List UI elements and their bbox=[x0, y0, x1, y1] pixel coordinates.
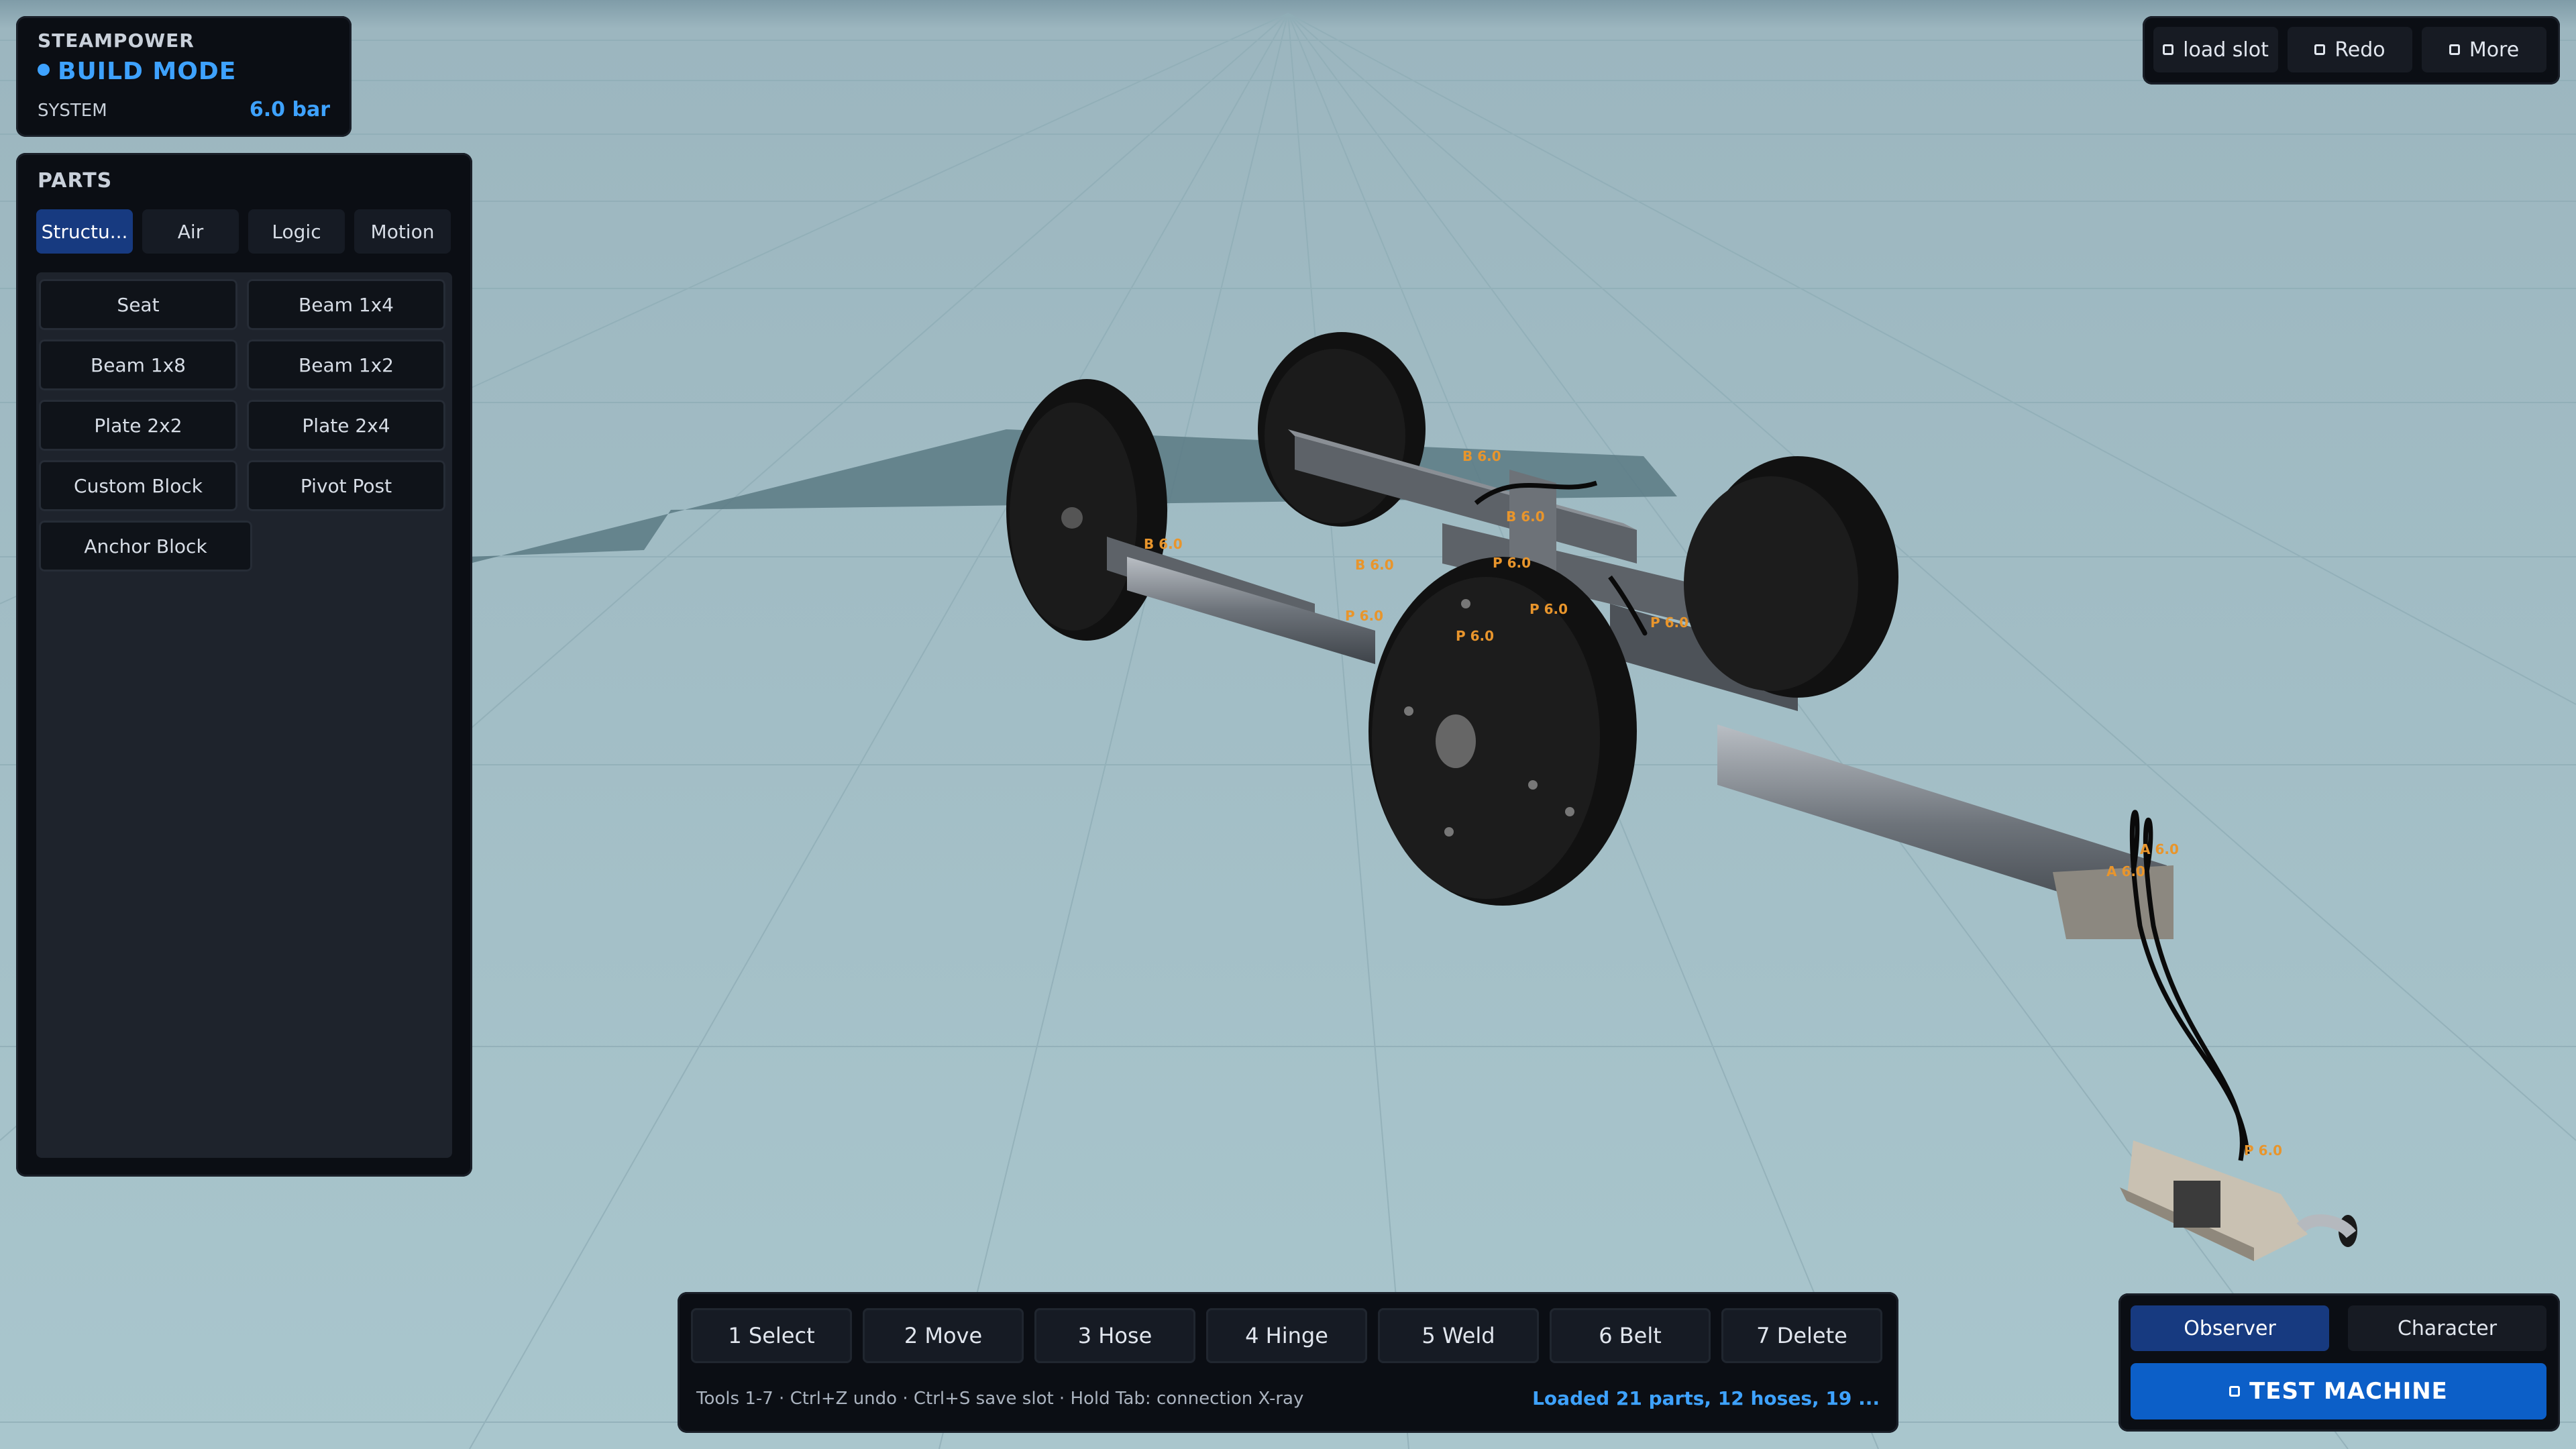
tool-hinge[interactable]: 4 Hinge bbox=[1206, 1308, 1367, 1363]
tool-belt[interactable]: 6 Belt bbox=[1550, 1308, 1711, 1363]
part-seat[interactable]: Seat bbox=[39, 279, 237, 330]
shortcut-hint: Tools 1-7 · Ctrl+Z undo · Ctrl+S save sl… bbox=[696, 1389, 1304, 1409]
tab-motion[interactable]: Motion bbox=[354, 209, 451, 254]
tool-hose[interactable]: 3 Hose bbox=[1034, 1308, 1195, 1363]
mode-dot-icon bbox=[38, 64, 50, 76]
svg-text:B 6.0: B 6.0 bbox=[1355, 557, 1394, 573]
view-panel: Observer Character TEST MACHINE bbox=[2118, 1293, 2560, 1432]
tool-move[interactable]: 2 Move bbox=[863, 1308, 1024, 1363]
square-icon bbox=[2229, 1386, 2241, 1397]
mode-indicator: BUILD MODE bbox=[38, 58, 236, 85]
tool-delete[interactable]: 7 Delete bbox=[1721, 1308, 1882, 1363]
redo-button[interactable]: Redo bbox=[2288, 27, 2412, 72]
square-icon bbox=[2163, 44, 2174, 55]
app-brand: STEAMPOWER bbox=[38, 30, 195, 52]
load-slot-button[interactable]: load slot bbox=[2153, 27, 2278, 72]
svg-text:P 6.0: P 6.0 bbox=[2244, 1142, 2282, 1159]
more-button[interactable]: More bbox=[2422, 27, 2546, 72]
tab-structure[interactable]: Structu... bbox=[36, 209, 133, 254]
wheel-front-left[interactable] bbox=[1368, 557, 1637, 906]
svg-text:A 6.0: A 6.0 bbox=[2106, 863, 2145, 879]
part-pivot-post[interactable]: Pivot Post bbox=[247, 460, 445, 511]
part-beam-1x2[interactable]: Beam 1x2 bbox=[247, 339, 445, 390]
system-label: SYSTEM bbox=[38, 101, 107, 121]
more-label: More bbox=[2469, 38, 2520, 62]
load-slot-label: load slot bbox=[2183, 38, 2269, 62]
svg-text:P 6.0: P 6.0 bbox=[1650, 614, 1688, 631]
svg-text:P 6.0: P 6.0 bbox=[1529, 601, 1568, 617]
svg-text:P 6.0: P 6.0 bbox=[1493, 555, 1531, 571]
tool-weld[interactable]: 5 Weld bbox=[1378, 1308, 1539, 1363]
part-beam-1x4[interactable]: Beam 1x4 bbox=[247, 279, 445, 330]
mode-label: BUILD MODE bbox=[58, 58, 237, 85]
svg-text:P 6.0: P 6.0 bbox=[1456, 628, 1494, 644]
character-button[interactable]: Character bbox=[2348, 1305, 2546, 1351]
parts-title: PARTS bbox=[38, 169, 113, 193]
test-machine-label: TEST MACHINE bbox=[2249, 1378, 2448, 1405]
part-plate-2x2[interactable]: Plate 2x2 bbox=[39, 400, 237, 451]
svg-text:B 6.0: B 6.0 bbox=[1144, 536, 1183, 552]
square-icon bbox=[2314, 44, 2326, 55]
status-panel: STEAMPOWER BUILD MODE SYSTEM 6.0 bar bbox=[16, 16, 352, 137]
part-custom-block[interactable]: Custom Block bbox=[39, 460, 237, 511]
svg-text:P 6.0: P 6.0 bbox=[1345, 608, 1383, 624]
tab-logic[interactable]: Logic bbox=[248, 209, 345, 254]
part-beam-1x8[interactable]: Beam 1x8 bbox=[39, 339, 237, 390]
svg-text:A 6.0: A 6.0 bbox=[2140, 841, 2179, 857]
system-pressure: 6.0 bar bbox=[249, 98, 330, 121]
part-plate-2x4[interactable]: Plate 2x4 bbox=[247, 400, 445, 451]
load-status: Loaded 21 parts, 12 hoses, 19 ... bbox=[1532, 1387, 1880, 1409]
tool-select[interactable]: 1 Select bbox=[691, 1308, 852, 1363]
svg-text:B 6.0: B 6.0 bbox=[1462, 448, 1501, 464]
square-icon bbox=[2449, 44, 2460, 55]
observer-button[interactable]: Observer bbox=[2131, 1305, 2329, 1351]
tool-bar: 1 Select 2 Move 3 Hose 4 Hinge 5 Weld 6 … bbox=[678, 1292, 1898, 1433]
tab-air[interactable]: Air bbox=[142, 209, 239, 254]
svg-text:B 6.0: B 6.0 bbox=[1506, 508, 1545, 525]
redo-label: Redo bbox=[2334, 38, 2385, 62]
wheel-back-left[interactable] bbox=[1006, 379, 1167, 641]
test-machine-button[interactable]: TEST MACHINE bbox=[2131, 1363, 2546, 1419]
top-actions: load slot Redo More bbox=[2143, 16, 2560, 85]
part-anchor-block[interactable]: Anchor Block bbox=[39, 521, 252, 572]
